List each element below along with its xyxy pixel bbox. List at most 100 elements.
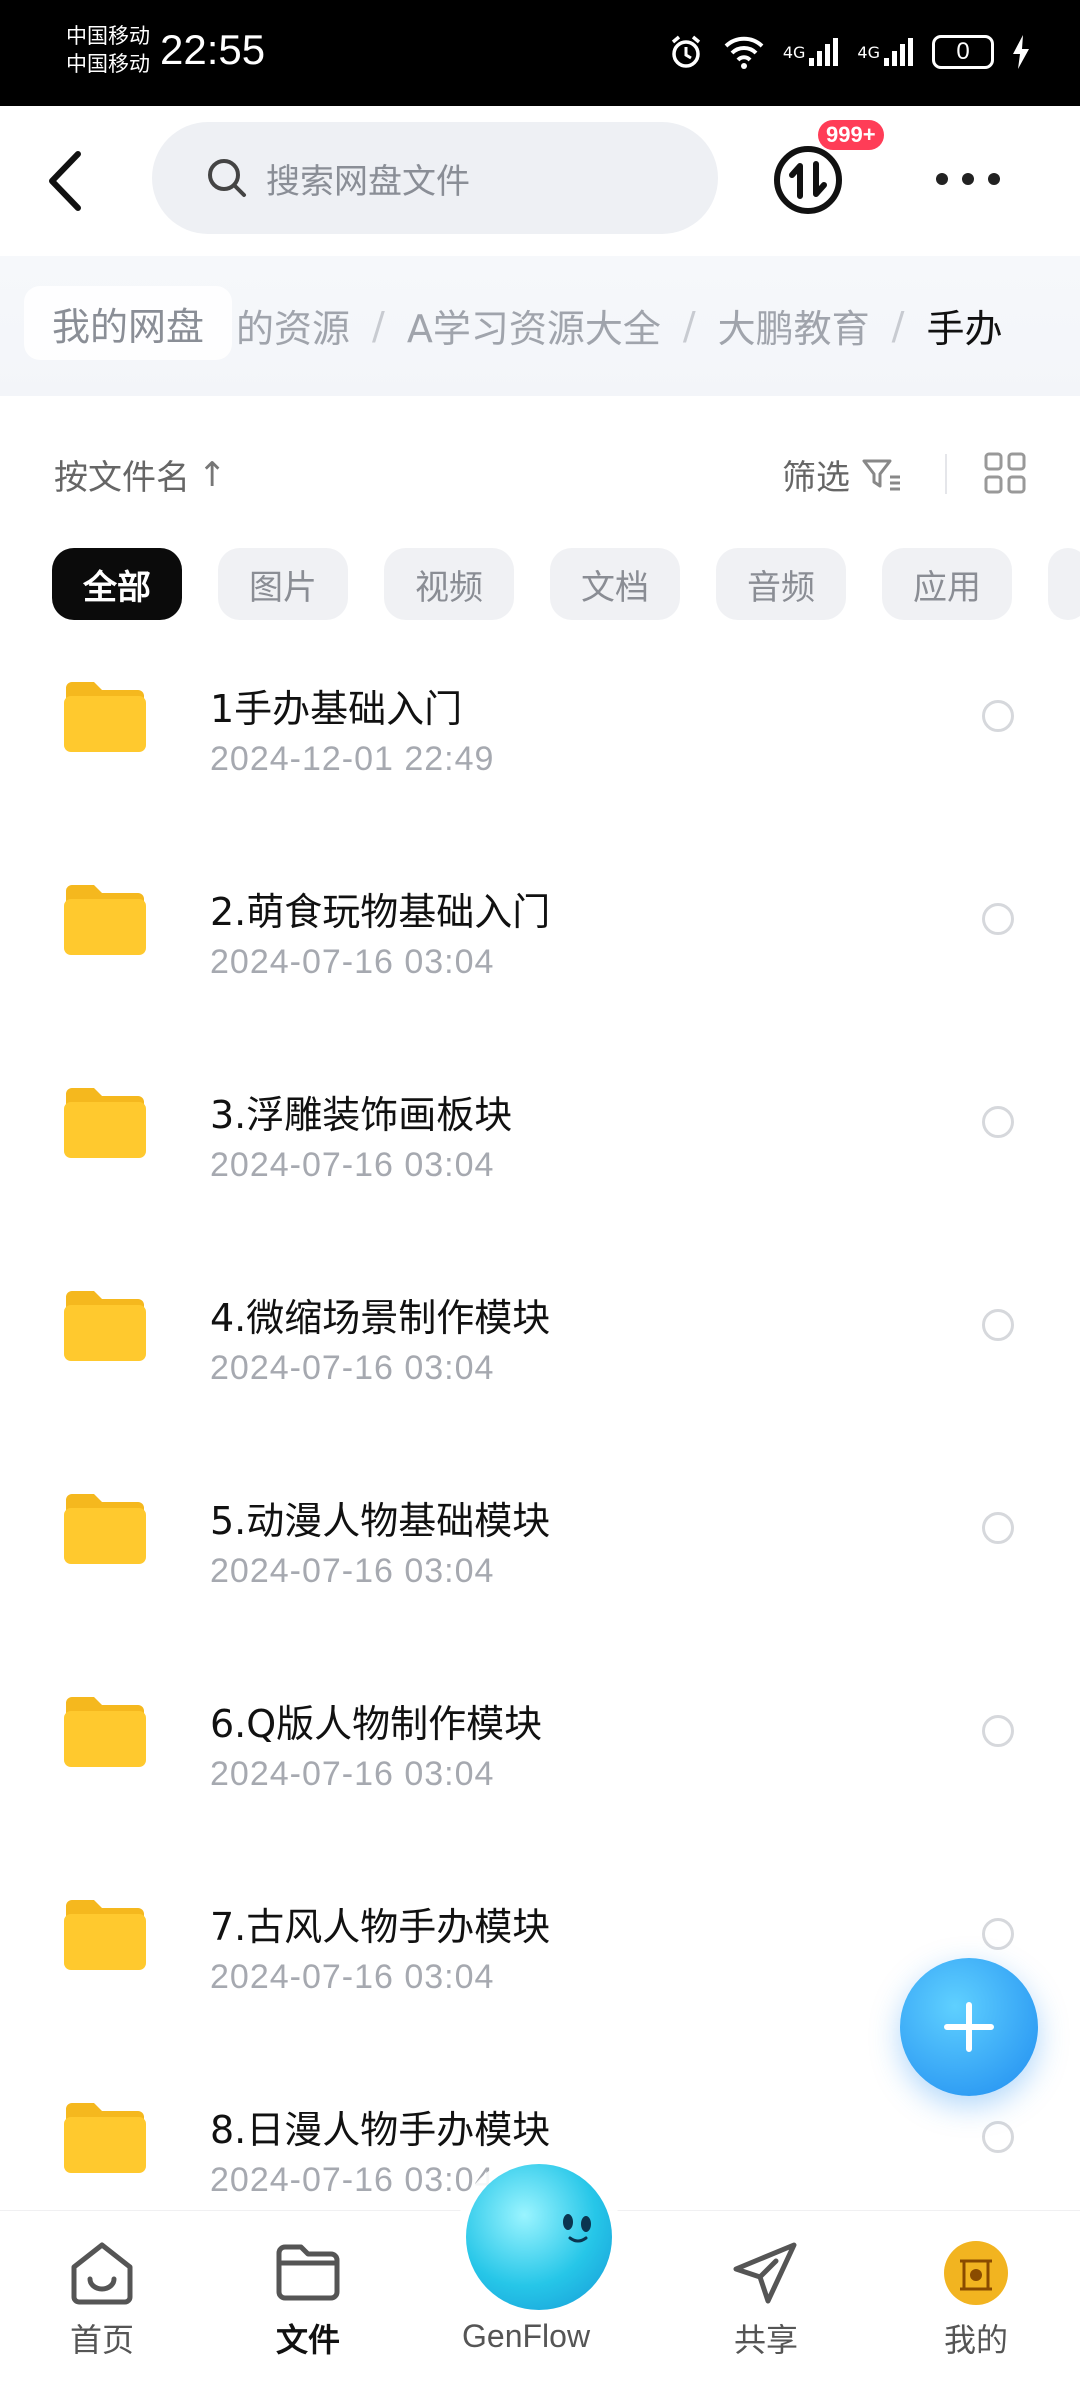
file-name: 1手办基础入门 bbox=[210, 687, 463, 731]
battery-level: 0 bbox=[956, 38, 970, 65]
search-input[interactable]: 搜索网盘文件 bbox=[152, 122, 718, 234]
list-item[interactable]: 2.萌食玩物基础入门 2024-07-16 03:04 bbox=[0, 829, 1080, 1032]
paper-plane-icon bbox=[733, 2242, 797, 2304]
list-item[interactable]: 6.Q版人物制作模块 2024-07-16 03:04 bbox=[0, 1641, 1080, 1844]
select-radio[interactable] bbox=[982, 903, 1014, 935]
plus-icon bbox=[944, 2002, 994, 2052]
list-item[interactable]: 5.动漫人物基础模块 2024-07-16 03:04 bbox=[0, 1438, 1080, 1641]
select-radio[interactable] bbox=[982, 700, 1014, 732]
divider bbox=[945, 454, 947, 494]
battery-indicator: 0 bbox=[932, 35, 994, 69]
nav-share[interactable]: 共享 bbox=[696, 2241, 836, 2361]
folder-icon bbox=[64, 885, 146, 955]
folder-outline-icon bbox=[276, 2244, 340, 2301]
file-name: 8.日漫人物手办模块 bbox=[210, 2108, 551, 2152]
sort-label: 按文件名 bbox=[54, 458, 190, 498]
chevron-left-icon bbox=[49, 151, 81, 211]
folder-icon bbox=[64, 1697, 146, 1767]
nav-share-label: 共享 bbox=[733, 2321, 798, 2359]
carrier-2: 中国移动 bbox=[66, 52, 150, 76]
file-name: 4.微缩场景制作模块 bbox=[210, 1296, 551, 1340]
nav-home[interactable]: 首页 bbox=[32, 2241, 172, 2361]
home-icon bbox=[71, 2242, 133, 2305]
grid-icon bbox=[984, 452, 1026, 494]
folder-icon bbox=[64, 1900, 146, 1970]
folder-icon bbox=[64, 1088, 146, 1158]
genflow-face-icon bbox=[563, 2214, 591, 2243]
header: 搜索网盘文件 999+ bbox=[0, 106, 1080, 256]
select-radio[interactable] bbox=[982, 1309, 1014, 1341]
list-item[interactable]: 4.微缩场景制作模块 2024-07-16 03:04 bbox=[0, 1235, 1080, 1438]
breadcrumb-current: 手办 bbox=[926, 307, 1003, 351]
sort-arrow-icon: ↑ bbox=[198, 454, 227, 495]
avatar bbox=[944, 2241, 1008, 2305]
breadcrumb-item[interactable]: A学习资源大全 bbox=[407, 298, 661, 353]
nav-files-label: 文件 bbox=[275, 2321, 340, 2359]
file-date: 2024-07-16 03:04 bbox=[210, 1755, 495, 1793]
nav-mine-label: 我的 bbox=[943, 2321, 1008, 2359]
breadcrumb-separator: / bbox=[891, 303, 905, 348]
file-name: 7.古风人物手办模块 bbox=[210, 1905, 551, 1949]
nav-mine[interactable]: 我的 bbox=[906, 2241, 1046, 2361]
list-item[interactable]: 1手办基础入门 2024-12-01 22:49 bbox=[0, 626, 1080, 829]
charging-icon bbox=[1012, 35, 1030, 69]
breadcrumb-trail: 的资源 / A学习资源大全 / 大鹏教育 / 手办 bbox=[236, 298, 1002, 353]
breadcrumb-item[interactable]: 大鹏教育 bbox=[718, 298, 870, 353]
chip-images[interactable]: 图片 bbox=[218, 548, 348, 620]
more-dot-icon bbox=[936, 173, 948, 185]
chip-documents[interactable]: 文档 bbox=[550, 548, 680, 620]
carrier-1: 中国移动 bbox=[66, 24, 150, 48]
file-date: 2024-07-16 03:04 bbox=[210, 1958, 495, 1996]
filter-label: 筛选 bbox=[782, 458, 850, 498]
file-name: 5.动漫人物基础模块 bbox=[210, 1499, 551, 1543]
folder-icon bbox=[64, 1494, 146, 1564]
nav-files[interactable]: 文件 bbox=[238, 2241, 378, 2361]
alarm-icon bbox=[667, 33, 705, 71]
transfer-icon bbox=[774, 146, 842, 214]
file-panel: 按文件名 ↑ 筛选 全部 图片 视频 文档 音频 应用 1手办基础入门 2024… bbox=[0, 396, 1080, 2210]
filter-button[interactable]: 筛选 bbox=[782, 450, 904, 499]
file-date: 2024-07-16 03:04 bbox=[210, 1146, 495, 1184]
signal-icon-1: 4G bbox=[783, 36, 840, 68]
more-dot-icon bbox=[962, 173, 974, 185]
more-button[interactable] bbox=[936, 164, 1000, 194]
category-chips: 全部 图片 视频 文档 音频 应用 bbox=[52, 548, 1080, 620]
genflow-button[interactable] bbox=[466, 2164, 612, 2310]
chip-apps[interactable]: 应用 bbox=[882, 548, 1012, 620]
folder-icon bbox=[64, 682, 146, 752]
search-placeholder: 搜索网盘文件 bbox=[266, 161, 470, 202]
more-dot-icon bbox=[988, 173, 1000, 185]
signal-icon-2: 4G bbox=[857, 36, 914, 68]
transfer-button[interactable] bbox=[772, 144, 844, 216]
file-date: 2024-07-16 03:04 bbox=[210, 2161, 495, 2199]
status-bar: 中国移动 中国移动 22:55 4G 4G 0 bbox=[0, 0, 1080, 106]
select-radio[interactable] bbox=[982, 1106, 1014, 1138]
add-button[interactable] bbox=[900, 1958, 1038, 2096]
chip-audio[interactable]: 音频 bbox=[716, 548, 846, 620]
list-item[interactable]: 3.浮雕装饰画板块 2024-07-16 03:04 bbox=[0, 1032, 1080, 1235]
file-date: 2024-07-16 03:04 bbox=[210, 1552, 495, 1590]
breadcrumb-item[interactable]: 的资源 bbox=[236, 298, 350, 353]
back-button[interactable] bbox=[42, 146, 92, 216]
transfer-badge: 999+ bbox=[818, 120, 884, 150]
folder-icon bbox=[64, 1291, 146, 1361]
select-radio[interactable] bbox=[982, 1512, 1014, 1544]
search-icon bbox=[208, 159, 246, 197]
select-radio[interactable] bbox=[982, 2121, 1014, 2153]
sort-button[interactable]: 按文件名 ↑ bbox=[54, 450, 227, 499]
nav-home-label: 首页 bbox=[69, 2321, 134, 2359]
grid-view-button[interactable] bbox=[984, 452, 1026, 494]
chip-more[interactable] bbox=[1048, 548, 1080, 620]
status-icons: 4G 4G 0 bbox=[667, 28, 1030, 76]
file-date: 2024-07-16 03:04 bbox=[210, 1349, 495, 1387]
breadcrumb-separator: / bbox=[682, 303, 696, 348]
network-type-2: 4G bbox=[857, 42, 880, 62]
avatar-emblem-icon bbox=[960, 2259, 992, 2291]
select-radio[interactable] bbox=[982, 1715, 1014, 1747]
breadcrumb: 的资源 / A学习资源大全 / 大鹏教育 / 手办 我的网盘 bbox=[0, 256, 1080, 396]
breadcrumb-root[interactable]: 我的网盘 bbox=[24, 286, 233, 360]
chip-videos[interactable]: 视频 bbox=[384, 548, 514, 620]
select-radio[interactable] bbox=[982, 1918, 1014, 1950]
chip-all[interactable]: 全部 bbox=[52, 548, 182, 620]
file-date: 2024-12-01 22:49 bbox=[210, 740, 495, 778]
